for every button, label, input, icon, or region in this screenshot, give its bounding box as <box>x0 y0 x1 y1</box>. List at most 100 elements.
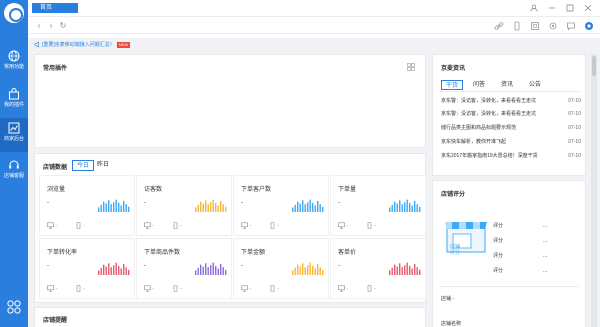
score-label: 评分 <box>493 268 504 274</box>
desktop-icon <box>47 285 54 292</box>
metric-breakdown: - - <box>47 222 131 230</box>
sidebar-item-plugins[interactable]: 我的插件 <box>0 84 28 118</box>
settings-icon[interactable] <box>548 21 558 31</box>
mobile-stat: - <box>75 222 85 230</box>
back-button[interactable]: ‹ <box>34 21 44 31</box>
metric-breakdown: - - <box>338 285 422 293</box>
panel-title: 店铺提醒 <box>43 318 68 324</box>
mobile-value: - <box>83 223 86 229</box>
metric-value: - <box>241 263 243 269</box>
sidebar-item-customer-service[interactable]: 店铺客服 <box>0 155 28 189</box>
globe-icon <box>8 50 20 62</box>
user-icon[interactable] <box>530 4 538 12</box>
mobile-icon[interactable] <box>512 21 522 31</box>
sparkline-icon <box>195 262 227 275</box>
mobile-icon <box>270 222 275 229</box>
announcement-link[interactable]: [重要]京麦移动端接入问题汇总！ NEW <box>34 40 131 50</box>
pc-stat: - <box>338 285 348 293</box>
screen-icon[interactable] <box>530 21 540 31</box>
news-tab-dry-goods[interactable]: 干货 <box>441 80 464 90</box>
sidebar-item-label: 店铺客服 <box>3 173 24 179</box>
news-tab-qa[interactable]: 问答 <box>469 80 489 90</box>
metric-card[interactable]: 下单金额 - - - <box>233 238 329 299</box>
metric-value: - <box>47 263 49 269</box>
sparkline-icon <box>292 199 324 212</box>
news-title: 京东警：没访客，没转化，来看看看王走坑 <box>441 111 537 117</box>
maximize-icon[interactable] <box>566 4 574 12</box>
storefront-label: 店铺评分 <box>450 244 461 256</box>
shop-info-value: - <box>452 296 455 302</box>
minimize-icon[interactable] <box>548 4 556 12</box>
mobile-value: - <box>277 223 280 229</box>
shop-reminder-panel: 店铺提醒 <box>34 307 426 327</box>
notification-icon[interactable] <box>584 21 594 31</box>
desktop-icon <box>144 285 151 292</box>
metric-label: 下单金额 <box>241 250 266 256</box>
metric-label: 下单转化率 <box>47 250 78 256</box>
news-tab-announcement[interactable]: 公告 <box>525 80 545 90</box>
reload-button[interactable]: ↻ <box>58 21 68 31</box>
tab-yesterday[interactable]: 昨日 <box>93 160 113 171</box>
close-icon[interactable] <box>584 4 592 12</box>
grid-settings-icon[interactable] <box>407 63 415 71</box>
metric-value: - <box>144 200 146 206</box>
metric-card[interactable]: 下单量 - - - <box>330 175 426 236</box>
pc-stat: - <box>338 222 348 230</box>
mobile-stat: - <box>75 285 85 293</box>
news-tab-info[interactable]: 资讯 <box>497 80 517 90</box>
news-panel: 京麦资讯 干货 问答 资讯 公告 京东警：没访客，没转化，来看看看王走坑 07-1… <box>432 54 586 176</box>
score-label: 评分 <box>493 223 504 229</box>
mobile-stat: - <box>269 285 279 293</box>
news-item[interactable]: 储行品类主图和商品标题要示规范 07-10 <box>441 122 581 134</box>
panel-title: 京麦资讯 <box>441 66 466 72</box>
metric-card[interactable]: 下单商品件数 - - - <box>136 238 232 299</box>
news-item[interactable]: 京东快车解析，教你开准飞起 07-10 <box>441 136 581 148</box>
desktop-icon <box>241 285 248 292</box>
metric-card[interactable]: 下单客户数 - - - <box>233 175 329 236</box>
metric-card[interactable]: 浏览量 - - - <box>39 175 135 236</box>
bag-icon <box>9 88 19 100</box>
pc-stat: - <box>241 285 251 293</box>
shop-score-panel: 店铺评分 店铺评分 评分... 评分... 评分... 评分... 店铺 - 店… <box>432 180 586 327</box>
metric-card[interactable]: 客单价 - - - <box>330 238 426 299</box>
announcement-text: [重要]京麦移动端接入问题汇总！ <box>42 42 115 48</box>
common-plugins-panel: 常用插件 <box>34 54 426 148</box>
news-item[interactable]: 京东警：没访客，没转化，来看看看王走坑 07-10 <box>441 108 581 120</box>
mobile-stat: - <box>172 222 182 230</box>
sidebar-item-label: 常用功能 <box>3 64 24 70</box>
sparkline-icon <box>195 199 227 212</box>
news-item[interactable]: 京东2017年搬家指南19大冒总结！深度干货 07-10 <box>441 150 581 162</box>
grid-icon[interactable] <box>7 300 21 314</box>
score-label: 评分 <box>493 238 504 244</box>
page-scrollbar[interactable] <box>591 54 597 327</box>
panel-title: 常用插件 <box>43 66 68 72</box>
sidebar-item-label: 商家后台 <box>3 136 24 142</box>
news-date: 07-10 <box>568 111 581 117</box>
pc-value: - <box>249 286 252 292</box>
forward-button[interactable]: › <box>46 21 56 31</box>
scrollbar-thumb[interactable] <box>592 56 596 76</box>
metric-card[interactable]: 下单转化率 - - - <box>39 238 135 299</box>
pc-value: - <box>55 286 58 292</box>
metric-breakdown: - - <box>47 285 131 293</box>
tab-home[interactable]: 首页 <box>32 3 78 13</box>
metric-label: 下单量 <box>338 187 357 193</box>
sidebar-item-common[interactable]: 常用功能 <box>0 46 28 80</box>
mobile-stat: - <box>269 222 279 230</box>
shop-info-label: 店铺 <box>441 296 452 302</box>
score-row: 评分... <box>493 236 583 246</box>
pc-stat: - <box>241 222 251 230</box>
message-icon[interactable] <box>566 21 576 31</box>
desktop-icon <box>241 222 248 229</box>
link-icon[interactable] <box>494 21 504 31</box>
metric-card[interactable]: 访客数 - - - <box>136 175 232 236</box>
metric-breakdown: - - <box>338 222 422 230</box>
panel-title: 店铺数据 <box>43 165 68 171</box>
mobile-icon <box>173 285 178 292</box>
mobile-stat: - <box>172 285 182 293</box>
news-item[interactable]: 京东警：没访客，没转化，来看看看王走坑 07-10 <box>441 95 581 107</box>
tab-today[interactable]: 今日 <box>72 160 95 171</box>
app-logo[interactable] <box>4 3 24 23</box>
panel-title: 店铺评分 <box>441 192 466 198</box>
sidebar-item-merchant-backend[interactable]: 商家后台 <box>0 118 28 152</box>
